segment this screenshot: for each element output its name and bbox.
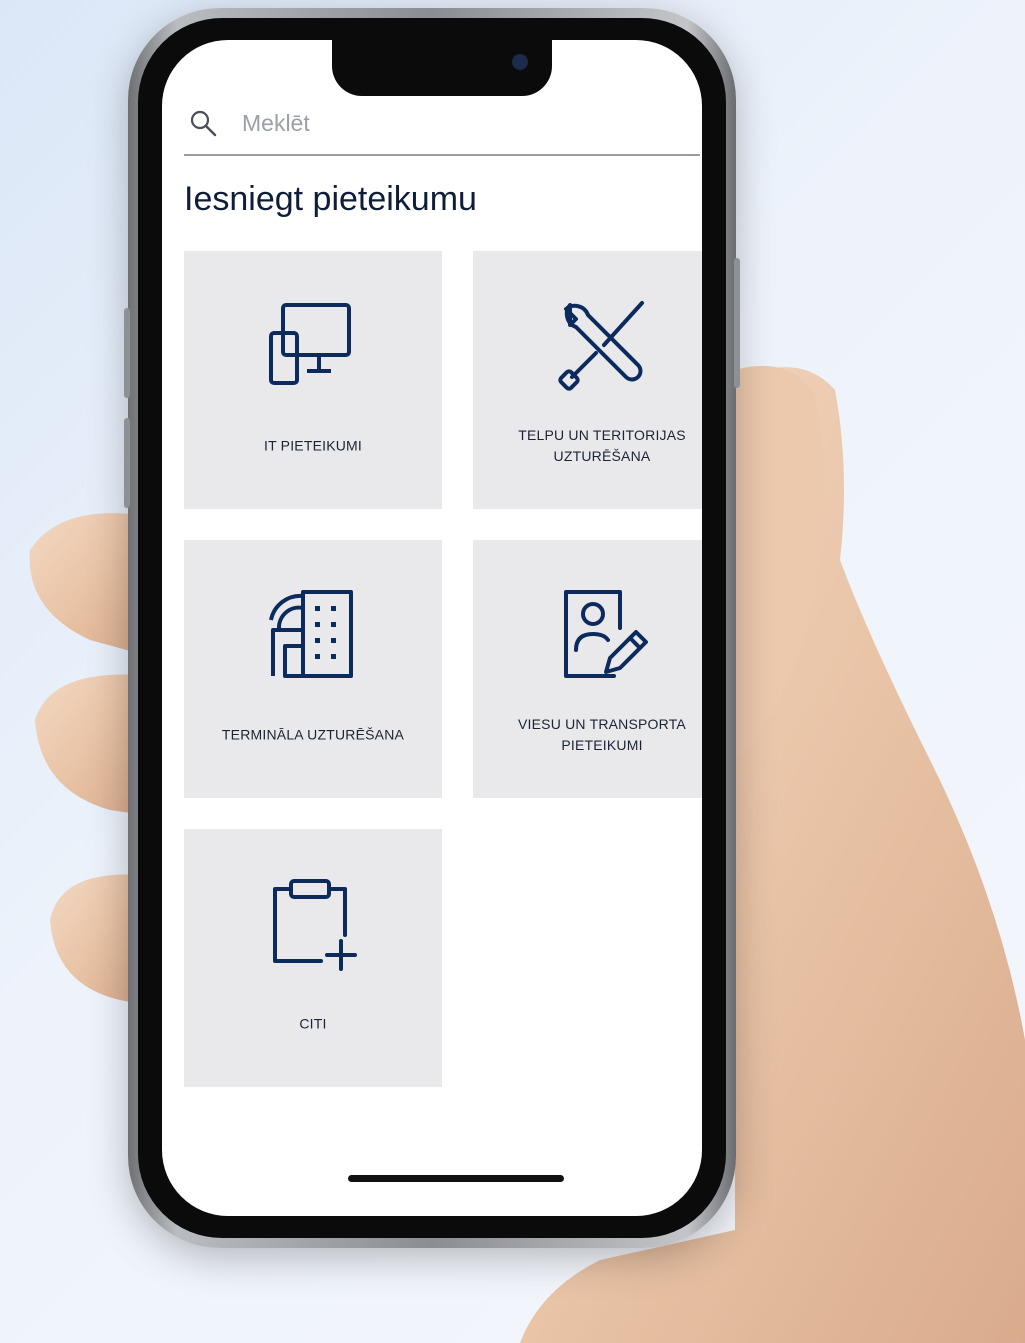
- search-icon: [190, 110, 217, 137]
- tile-label: VIESU UN TRANSPORTA PIETEIKUMI: [518, 716, 686, 753]
- tile-other[interactable]: CITI: [184, 829, 442, 1087]
- tile-facility-maintenance[interactable]: TELPU UN TERITORIJAS UZTURĒŠANA: [473, 251, 702, 509]
- camera-icon: [512, 54, 528, 70]
- page-title: Iesniegt pieteikumu: [184, 180, 477, 218]
- search-input[interactable]: [240, 108, 664, 138]
- home-indicator[interactable]: [348, 1175, 564, 1182]
- tools-icon: [558, 301, 644, 391]
- search-bar[interactable]: [184, 92, 700, 156]
- clipboard-add-icon: [273, 879, 357, 971]
- phone-screen: Iesniegt pieteikumu IT PIETEIKUMI: [162, 40, 702, 1216]
- building-icon: [269, 590, 353, 678]
- phone-frame: Iesniegt pieteikumu IT PIETEIKUMI: [124, 8, 740, 1248]
- background-scene: Iesniegt pieteikumu IT PIETEIKUMI: [0, 0, 1025, 1343]
- devices-icon: [269, 303, 351, 385]
- phone-bezel: Iesniegt pieteikumu IT PIETEIKUMI: [138, 18, 726, 1238]
- person-edit-icon: [564, 590, 648, 678]
- volume-button: [124, 418, 130, 508]
- tile-label: CITI: [299, 1015, 327, 1032]
- tile-it-requests[interactable]: IT PIETEIKUMI: [184, 251, 442, 509]
- tile-terminal-maintenance[interactable]: TERMINĀLA UZTURĒŠANA: [184, 540, 442, 798]
- tile-label: TELPU UN TERITORIJAS UZTURĒŠANA: [518, 427, 686, 464]
- tile-label: IT PIETEIKUMI: [263, 437, 363, 454]
- volume-button: [124, 308, 130, 398]
- tile-label: TERMINĀLA UZTURĒŠANA: [221, 726, 405, 743]
- power-button: [734, 258, 740, 388]
- tile-guest-transport[interactable]: VIESU UN TRANSPORTA PIETEIKUMI: [473, 540, 702, 798]
